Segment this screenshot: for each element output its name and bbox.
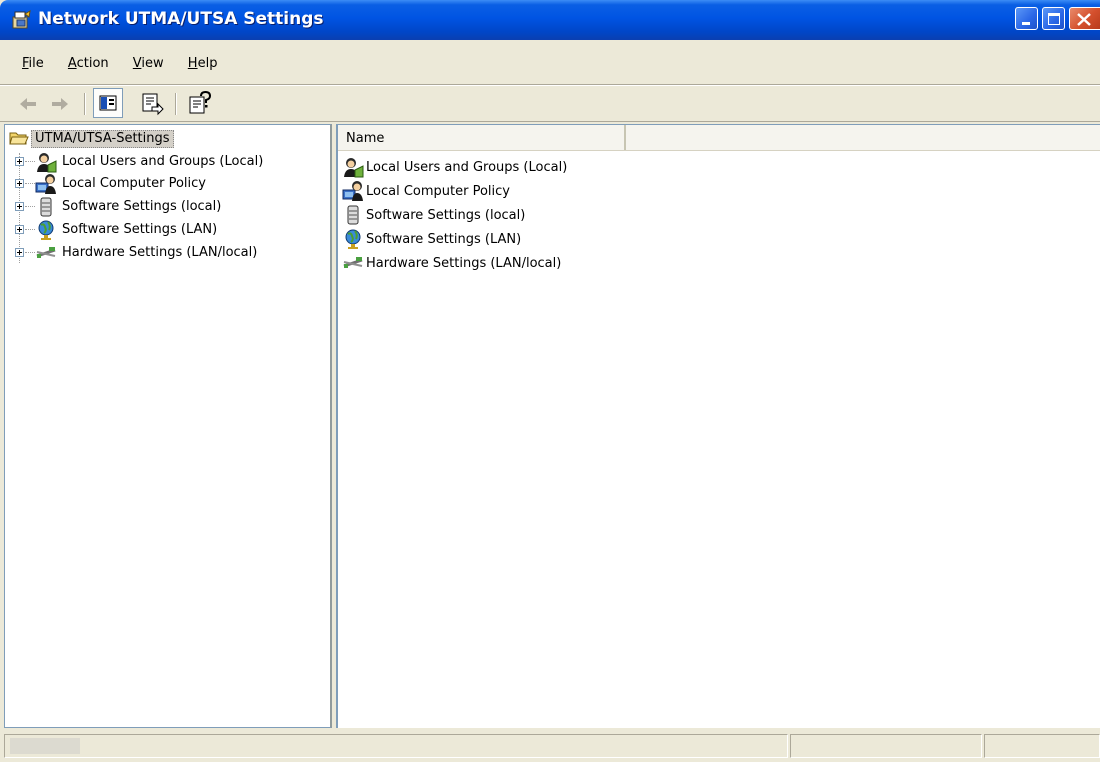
status-segment-main bbox=[4, 734, 788, 758]
toolbar bbox=[0, 86, 1100, 122]
tree-root-label: UTMA/UTSA-Settings bbox=[31, 130, 174, 148]
column-header-label: Name bbox=[346, 131, 385, 146]
toolbar-separator bbox=[84, 93, 85, 115]
network-cable-icon bbox=[36, 247, 56, 258]
list-item-label: Local Computer Policy bbox=[366, 184, 510, 199]
close-button[interactable] bbox=[1069, 7, 1100, 30]
tree-item-label: Software Settings (LAN) bbox=[62, 222, 218, 237]
help-icon[interactable] bbox=[186, 90, 214, 118]
expand-toggle[interactable] bbox=[15, 248, 24, 257]
server-icon bbox=[40, 197, 52, 217]
menu-action[interactable]: Action bbox=[58, 54, 119, 73]
back-arrow-icon[interactable] bbox=[16, 92, 40, 116]
status-segment-right bbox=[984, 734, 1100, 758]
globe-icon bbox=[38, 220, 54, 240]
maximize-button[interactable] bbox=[1042, 7, 1065, 30]
computer-policy-icon bbox=[35, 174, 56, 194]
forward-arrow-icon[interactable] bbox=[48, 92, 72, 116]
menu-file[interactable]: File bbox=[4, 54, 54, 73]
tree-item-label: Hardware Settings (LAN/local) bbox=[62, 245, 258, 260]
users-groups-icon bbox=[37, 153, 57, 173]
list-item-label: Hardware Settings (LAN/local) bbox=[366, 256, 562, 271]
expand-toggle[interactable] bbox=[15, 225, 24, 234]
toolbar-divider bbox=[0, 121, 1100, 122]
tree-item-label: Local Users and Groups (Local) bbox=[62, 154, 264, 169]
globe-icon bbox=[345, 229, 361, 249]
computer-policy-icon bbox=[342, 181, 363, 201]
server-icon bbox=[347, 205, 359, 225]
details-list-pane[interactable]: Name Local Users and Groups (Local) Loca… bbox=[336, 124, 1100, 728]
tree-connector bbox=[25, 161, 35, 162]
column-header-name[interactable]: Name bbox=[338, 125, 626, 150]
expand-toggle[interactable] bbox=[15, 157, 24, 166]
show-hide-console-tree-icon bbox=[99, 95, 117, 111]
window-title: Network UTMA/UTSA Settings bbox=[38, 9, 324, 29]
status-highlight bbox=[10, 738, 80, 754]
menu-bar: File Action View Help bbox=[4, 54, 227, 78]
export-list-icon[interactable] bbox=[138, 90, 166, 118]
list-item-label: Local Users and Groups (Local) bbox=[366, 160, 568, 175]
toolbar-separator bbox=[175, 93, 176, 115]
list-item-label: Software Settings (local) bbox=[366, 208, 526, 223]
minimize-button[interactable] bbox=[1015, 7, 1038, 30]
status-segment-middle bbox=[790, 734, 982, 758]
tree-connector bbox=[25, 229, 35, 230]
tree-item-label: Local Computer Policy bbox=[62, 176, 206, 191]
expand-toggle[interactable] bbox=[15, 202, 24, 211]
tree-connector bbox=[25, 206, 35, 207]
menu-view[interactable]: View bbox=[123, 54, 174, 73]
status-bar bbox=[0, 730, 1100, 762]
menu-help[interactable]: Help bbox=[178, 54, 228, 73]
close-icon bbox=[1077, 13, 1091, 26]
tree-connector bbox=[25, 183, 35, 184]
column-header-row: Name bbox=[338, 125, 1100, 151]
show-hide-console-tree-button[interactable] bbox=[93, 88, 123, 118]
snap-in-console-icon bbox=[12, 10, 31, 29]
tree-item-label: Software Settings (local) bbox=[62, 199, 222, 214]
console-tree-pane[interactable]: UTMA/UTSA-Settings Local Users and Group… bbox=[4, 124, 332, 728]
users-groups-icon bbox=[344, 158, 364, 178]
list-item-label: Software Settings (LAN) bbox=[366, 232, 522, 247]
expand-toggle[interactable] bbox=[15, 179, 24, 188]
title-bar[interactable]: Network UTMA/UTSA Settings bbox=[0, 0, 1100, 40]
folder-open-icon bbox=[9, 132, 29, 145]
network-cable-icon bbox=[343, 257, 363, 268]
minimize-icon bbox=[1022, 22, 1030, 25]
tree-connector bbox=[25, 252, 35, 253]
maximize-icon bbox=[1048, 13, 1060, 25]
